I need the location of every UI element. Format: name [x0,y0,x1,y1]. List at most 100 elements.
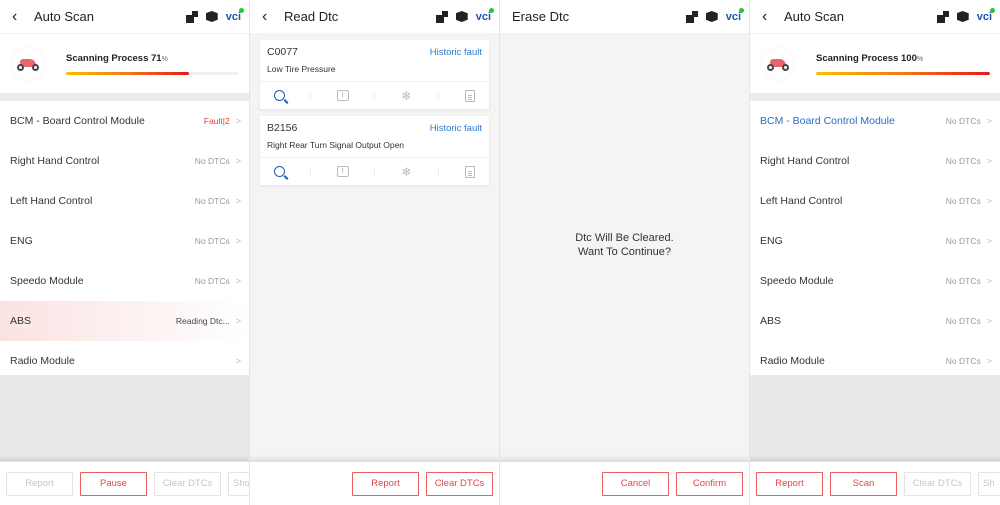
help-bubble-icon[interactable]: ! [336,89,350,103]
scan-progress-bar [66,71,239,75]
module-name: BCM - Board Control Module [760,115,895,127]
module-name: Right Hand Control [760,155,850,167]
vci-icon[interactable]: vci [726,7,744,23]
module-row[interactable]: ABS No DTCs > [750,301,1000,341]
search-icon[interactable] [272,165,286,179]
module-list: BCM - Board Control Module Fault|2 > Right … [0,101,249,381]
dtc-description: Low Tire Pressure [260,58,489,82]
back-icon[interactable]: ‹ [762,8,776,25]
module-row[interactable]: BCM - Board Control Module No DTCs > [750,101,1000,141]
report-button[interactable]: Report [352,471,419,496]
module-row[interactable]: Right Hand Control No DTCs > [0,141,249,181]
box-icon[interactable] [956,11,969,22]
dtc-card: B2156 Historic fault Right Rear Turn Signa… [260,116,489,185]
module-status: No DTCs [945,276,981,286]
chevron-right-icon: > [986,116,992,126]
page-title: Auto Scan [784,9,844,24]
dtc-card: C0077 Historic fault Low Tire Pressure! ❄ [260,40,489,109]
chevron-right-icon: > [986,276,992,286]
report-button[interactable]: Report [6,471,73,496]
module-name: Speedo Module [10,275,84,287]
scan-progress-label: Scanning Process 100% [816,52,924,64]
vci-connected-dot [990,7,995,13]
document-icon[interactable] [463,165,477,179]
clear-dtcs-button[interactable]: Clear DTCs [426,471,493,496]
module-row[interactable]: Left Hand Control No DTCs > [750,181,1000,221]
chevron-right-icon: > [235,276,241,286]
report-button[interactable]: Report [756,471,823,496]
module-row[interactable]: Speedo Module No DTCs > [750,261,1000,301]
module-status: No DTCs [945,196,981,206]
page-title: Read Dtc [284,9,339,24]
page-title: Erase Dtc [512,9,570,24]
translate-icon[interactable] [685,10,698,23]
help-bubble-icon[interactable]: ! [336,165,350,179]
module-row[interactable]: ENG No DTCs > [750,221,1000,261]
scan-progress-header: Scanning Process 100% [750,33,1000,93]
back-icon[interactable]: ‹ [12,8,26,25]
show-button[interactable]: Sho [228,471,249,496]
chevron-right-icon: > [235,316,241,326]
module-status: No DTCs [194,156,230,166]
scan-progress-header: Scanning Process 71% [0,33,249,93]
module-name: Right Hand Control [10,155,100,167]
box-icon[interactable] [205,11,218,22]
motorcycle-icon [760,45,796,82]
chevron-right-icon: > [235,156,241,166]
freeze-frame-icon[interactable]: ❄ [399,89,413,103]
module-status: Reading Dtc... [175,316,230,326]
vci-connected-dot [739,7,744,13]
confirm-button[interactable]: Confirm [676,471,743,496]
module-row[interactable]: ENG No DTCs > [0,221,249,261]
module-status: No DTCs [945,316,981,326]
clear-dtcs-button[interactable]: Clear DTCs [904,471,971,496]
translate-icon[interactable] [435,10,448,23]
module-row[interactable]: ABS Reading Dtc... > [0,301,249,341]
translate-icon[interactable] [185,10,198,23]
chevron-right-icon: > [986,356,992,366]
pause-button[interactable]: Pause [80,471,147,496]
auto-scan-screen-progress: ‹ Auto Scan vci Scanning Process 71% BCM… [0,0,250,505]
module-row[interactable]: Left Hand Control No DTCs > [0,181,249,221]
module-status: No DTCs [194,236,230,246]
module-row[interactable]: BCM - Board Control Module Fault|2 > [0,101,249,141]
vci-icon[interactable]: vci [476,7,494,23]
module-status: No DTCs [945,156,981,166]
confirm-message: Dtc Will Be Cleared. Want To Continue? [500,231,749,259]
module-name: ENG [760,235,783,247]
module-status: Fault|2 [203,116,230,126]
auto-scan-screen-complete: ‹ Auto Scan vci Scanning Process 100% BC… [750,0,1000,505]
erase-dtc-screen: Erase Dtc vci Dtc Will Be Cleared. Want … [500,0,750,505]
module-status: No DTCs [194,196,230,206]
scan-progress-label: Scanning Process 71% [66,52,168,64]
scan-progress-fill [816,71,990,75]
confirm-message-line2: Want To Continue? [578,246,671,258]
document-icon[interactable] [463,89,477,103]
chevron-right-icon: > [986,156,992,166]
bottom-action-bar: Cancel Confirm [500,461,749,505]
clear-dtcs-button[interactable]: Clear DTCs [154,471,221,496]
cancel-button[interactable]: Cancel [602,471,669,496]
box-icon[interactable] [705,11,718,22]
module-name: ENG [10,235,33,247]
module-row[interactable]: Right Hand Control No DTCs > [750,141,1000,181]
vci-icon[interactable]: vci [226,7,244,23]
dtc-fault-type: Historic fault [429,122,482,134]
show-button[interactable]: Sh [978,471,1000,496]
module-name: Radio Module [10,355,75,367]
search-icon[interactable] [272,89,286,103]
scan-progress-bar [816,71,990,75]
dtc-fault-type: Historic fault [429,46,482,58]
chevron-right-icon: > [235,236,241,246]
freeze-frame-icon[interactable]: ❄ [399,165,413,179]
empty-area [750,375,1000,461]
vci-icon[interactable]: vci [977,7,995,23]
module-row[interactable]: Speedo Module No DTCs > [0,261,249,301]
scan-button[interactable]: Scan [830,471,897,496]
vci-connected-dot [489,7,494,13]
box-icon[interactable] [455,11,468,22]
back-icon[interactable]: ‹ [262,8,276,25]
translate-icon[interactable] [936,10,949,23]
module-status: No DTCs [945,356,981,366]
page-title: Auto Scan [34,9,94,24]
